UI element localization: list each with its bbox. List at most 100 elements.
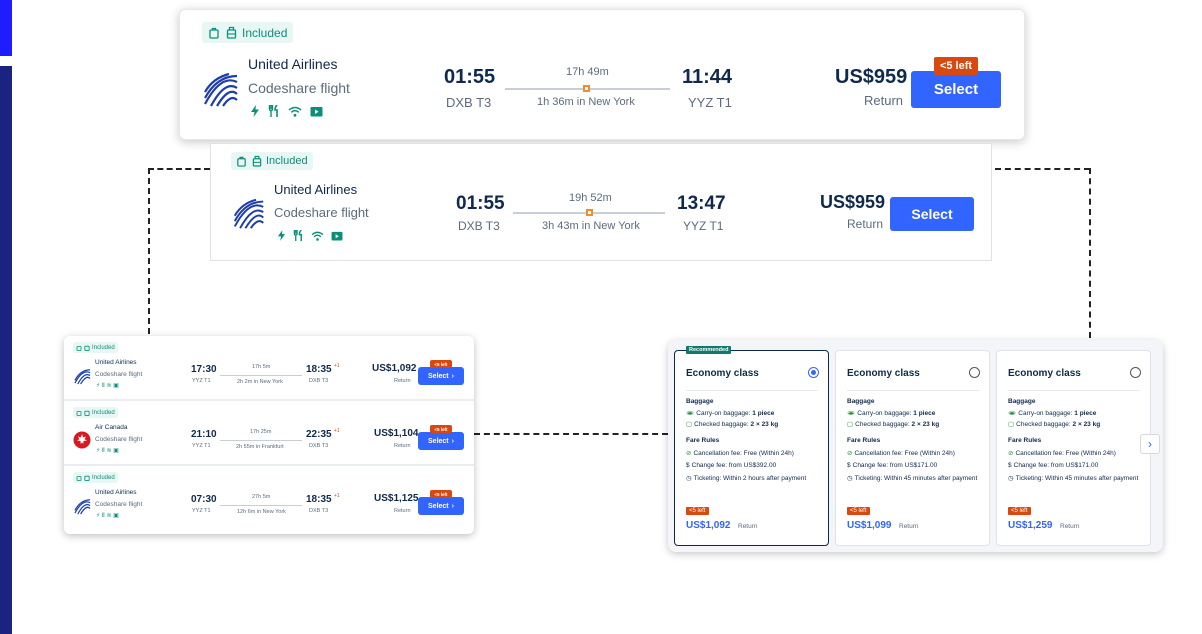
fare-price: US$1,099: [847, 520, 892, 531]
arrival-airport: DXB T3: [309, 508, 329, 514]
departure-time: 17:30: [191, 364, 217, 375]
connector-line: [474, 433, 668, 435]
fare-rules-heading: Fare Rules: [686, 437, 720, 444]
flight-result-row[interactable]: Included Air Canada Codeshare flight ⚡ Ⅱ…: [64, 403, 474, 466]
change-fee-line: $ Change fee: from US$392.00: [686, 461, 824, 470]
airline-name: Air Canada: [95, 424, 128, 431]
codeshare-label: Codeshare flight: [95, 501, 143, 508]
fare-radio[interactable]: [808, 367, 819, 378]
checked-bag-icon: [226, 26, 237, 39]
chevron-right-icon: ›: [451, 502, 454, 510]
fare-option-card[interactable]: Recommended Economy class Baggage 🕳 Carry…: [674, 346, 829, 546]
checked-bag-icon: [84, 409, 90, 416]
connector-line: [148, 168, 210, 170]
carry-on-line: 🕳 Carry-on baggage: 1 piece: [686, 409, 824, 418]
dollar-circle-icon: $: [1008, 462, 1012, 469]
next-day-indicator: +1: [334, 363, 340, 369]
price-return-label: Return: [864, 93, 904, 108]
price-return-label: Return: [1060, 523, 1080, 530]
select-button[interactable]: Select ›: [418, 497, 464, 515]
fare-option-card[interactable]: Economy class Baggage 🕳 Carry-on baggage:…: [996, 350, 1151, 546]
entertainment-icon: [310, 106, 323, 117]
ticketing-text: Ticketing: Within 45 minutes after payme…: [1015, 475, 1139, 482]
air-canada-logo: [73, 431, 91, 454]
airline-name: United Airlines: [95, 359, 137, 366]
arrival-airport: DXB T3: [309, 378, 329, 384]
fare-radio[interactable]: [1130, 367, 1141, 378]
flight-card-zoomed[interactable]: Included United Airlines Codeshare fligh…: [179, 9, 1025, 140]
seats-left-badge: <5 left: [686, 507, 709, 515]
ticketing-line: ◷ Ticketing: Within 45 minutes after paym…: [1008, 474, 1146, 483]
clock-icon: ◷: [1008, 475, 1014, 482]
united-airlines-logo: [74, 368, 91, 390]
codeshare-label: Codeshare flight: [95, 371, 143, 378]
flight-result-row[interactable]: Included United Airlines Codeshare fligh…: [64, 338, 474, 401]
included-label: Included: [92, 409, 115, 416]
departure-airport: DXB T3: [458, 219, 500, 233]
cancellation-text: Cancellation fee: Free (Within 24h): [854, 450, 955, 457]
next-day-indicator: +1: [334, 493, 340, 499]
next-day-indicator: +1: [334, 428, 340, 434]
fare-option-card[interactable]: Economy class Baggage 🕳 Carry-on baggage:…: [835, 350, 990, 546]
seats-left-badge: <5 left: [430, 490, 452, 498]
fare-radio[interactable]: [969, 367, 980, 378]
flight-path-line: [220, 440, 302, 441]
select-button[interactable]: Select ›: [418, 367, 464, 385]
select-label: Select: [428, 437, 449, 445]
united-airlines-logo: [203, 72, 239, 113]
united-airlines-logo: [233, 198, 265, 235]
price: US$959: [835, 66, 908, 88]
flight-duration: 27h 5m: [252, 494, 271, 500]
recommended-badge: Recommended: [686, 346, 732, 354]
clock-icon: ◷: [686, 475, 692, 482]
ticketing-line: ◷ Ticketing: Within 2 hours after payment: [686, 474, 824, 483]
select-button[interactable]: Select ›: [418, 432, 464, 450]
price: US$1,125: [374, 493, 419, 504]
arrival-time: 22:35: [306, 429, 332, 440]
ticketing-text: Ticketing: Within 2 hours after payment: [693, 475, 807, 482]
carry-on-bag-icon: [236, 156, 247, 167]
connector-line: [995, 168, 1090, 170]
fare-price: US$1,092: [686, 520, 731, 531]
select-button[interactable]: Select: [911, 71, 1001, 108]
dollar-circle-icon: $: [686, 462, 690, 469]
meal-icon: [268, 105, 280, 117]
carousel-next-button[interactable]: ›: [1140, 434, 1160, 454]
check-circle-icon: ⊘: [686, 450, 692, 457]
included-label: Included: [242, 25, 288, 40]
airline-name: United Airlines: [274, 182, 358, 197]
airline-name: United Airlines: [248, 56, 338, 72]
baggage-heading: Baggage: [847, 398, 875, 405]
check-circle-icon: ⊘: [847, 450, 853, 457]
checked-bag-icon: ▢: [847, 421, 854, 428]
select-label: Select: [428, 502, 449, 510]
price: US$1,104: [374, 428, 419, 439]
fare-rules-heading: Fare Rules: [1008, 437, 1042, 444]
wifi-icon: [311, 231, 324, 241]
layover-info: 3h 43m in New York: [542, 220, 640, 232]
carry-on-label: Carry-on baggage:: [696, 410, 751, 417]
amenity-icons: ⚡ Ⅱ ≋ ▣: [96, 448, 119, 454]
price-return-label: Return: [899, 523, 919, 530]
cancellation-line: ⊘ Cancellation fee: Free (Within 24h): [1008, 449, 1146, 458]
united-airlines-logo: [74, 498, 91, 520]
select-button[interactable]: Select: [890, 197, 974, 231]
departure-airport: YYZ T1: [192, 443, 211, 449]
baggage-included-badge: Included: [73, 342, 118, 353]
dollar-circle-icon: $: [847, 462, 851, 469]
select-label: Select: [428, 372, 449, 380]
arrival-airport: YYZ T1: [683, 219, 724, 233]
departure-airport: DXB T3: [446, 95, 492, 110]
flight-result-row[interactable]: Included United Airlines Codeshare fligh…: [64, 468, 474, 531]
clock-icon: ◷: [847, 475, 853, 482]
departure-airport: YYZ T1: [192, 378, 211, 384]
flight-card-alternate[interactable]: Included United Airlines Codeshare fligh…: [210, 143, 992, 261]
divider: [1008, 390, 1140, 391]
flight-duration: 17h 25m: [250, 429, 272, 435]
amenities: [250, 105, 323, 117]
change-fee-text: Change fee: from US$171.00: [852, 462, 938, 469]
cancellation-line: ⊘ Cancellation fee: Free (Within 24h): [686, 449, 824, 458]
change-fee-line: $ Change fee: from US$171.00: [847, 461, 985, 470]
edge-accent-top: [0, 0, 12, 56]
seats-left-badge: <5 left: [430, 425, 452, 433]
